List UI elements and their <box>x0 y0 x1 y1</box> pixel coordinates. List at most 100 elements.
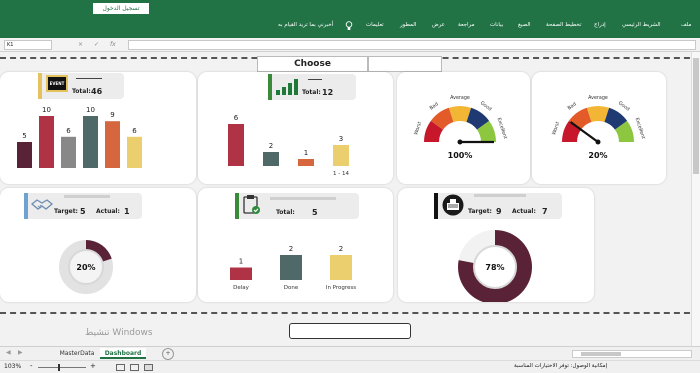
formula-input[interactable] <box>128 40 696 50</box>
target2-donut-chart: 78% <box>458 230 532 302</box>
bar-3 <box>83 116 98 168</box>
zoom-slider-thumb[interactable] <box>58 364 60 371</box>
sheet-tab-dashboard[interactable]: Dashboard <box>100 348 146 359</box>
bar-1 <box>39 116 54 168</box>
bar-4 <box>105 121 120 168</box>
data-label-2: 2 <box>339 245 343 253</box>
donut-value-label: 20% <box>76 263 95 272</box>
category-label-0: Delay <box>233 285 250 291</box>
scroll-left-icon[interactable]: ◀ <box>6 349 11 356</box>
gauge-card-100: Worst Bad Average Good Excellent 100% <box>397 72 530 184</box>
bar-5 <box>127 136 142 168</box>
levels-bar-chart: 6 2 1 3 1 - 14 <box>228 114 349 177</box>
gauge-category-3: Good <box>617 100 631 112</box>
zoom-level[interactable]: 103% <box>4 363 21 370</box>
accessibility-status[interactable]: إمكانية الوصول: توفر الاختيارات المناسبة <box>514 363 607 369</box>
levels-card: Total: 12 62131 - 14 <box>198 72 393 184</box>
data-label-1: 2 <box>269 142 273 150</box>
gauge-needle-hub <box>595 139 601 145</box>
vertical-scrollbar[interactable] <box>691 52 700 346</box>
status-card: Total: 5 1 Delay 2 Done 2 In Progress <box>198 188 393 302</box>
choose-dropdown[interactable] <box>368 56 442 72</box>
gauge-category-0: Worst <box>413 121 423 136</box>
add-sheet-button[interactable]: + <box>162 348 174 360</box>
data-label-1: 2 <box>289 245 293 253</box>
cancel-icon[interactable]: × <box>78 41 83 48</box>
bar-3 <box>333 145 349 166</box>
tell-me-search[interactable]: أخبرني بما تريد القيام به <box>278 22 333 28</box>
gauge-category-0: Worst <box>551 121 561 136</box>
gauge-category-4: Excellent <box>634 117 647 140</box>
data-label-1: 10 <box>42 106 51 114</box>
data-label-3: 10 <box>86 106 95 114</box>
zoom-out-button[interactable]: - <box>30 362 33 370</box>
zoom-in-button[interactable]: + <box>90 362 96 370</box>
data-label-0: 5 <box>22 132 26 140</box>
target-card-2: Target: 9 Actual: 7 78% <box>398 188 594 302</box>
tab-insert[interactable]: إدراج <box>594 22 606 28</box>
ribbon-tabs: ملف الشريط الرئيسي إدراج تخطيط الصفحة ال… <box>0 16 700 38</box>
gauge-card-20: Worst Bad Average Good Excellent 20% <box>532 72 666 184</box>
activation-watermark: تنشيط Windows <box>85 328 153 338</box>
category-label-2: In Progress <box>326 285 356 291</box>
bar-0 <box>17 142 32 168</box>
data-label-3: 3 <box>339 135 343 143</box>
name-box[interactable]: K1 <box>4 40 52 50</box>
footer-button[interactable] <box>289 323 411 339</box>
formula-bar: K1 × ✓ fx <box>0 38 700 52</box>
gauge-value-label: 20% <box>588 151 607 160</box>
status-bar-chart: 1 Delay 2 Done 2 In Progress <box>230 245 356 291</box>
title-bar: تسجيل الدخول <box>0 0 700 16</box>
enter-icon[interactable]: ✓ <box>94 41 99 48</box>
bar-2 <box>330 255 352 280</box>
donut-value-label: 78% <box>485 263 504 272</box>
zoom-slider[interactable] <box>38 367 86 368</box>
target1-donut-chart: 20% <box>59 240 113 294</box>
vertical-scroll-thumb[interactable] <box>693 58 699 174</box>
events-bar-chart: 5 10 6 10 9 6 <box>17 106 142 168</box>
horizontal-scroll-thumb[interactable] <box>581 352 621 356</box>
tab-formulas[interactable]: الصيغ <box>518 22 531 28</box>
page-layout-view-icon[interactable] <box>130 364 139 371</box>
data-label-0: 1 <box>239 258 243 266</box>
tab-developer[interactable]: المطور <box>400 22 416 28</box>
category-label-1: Done <box>284 285 299 291</box>
bar-1 <box>263 152 279 166</box>
data-label-5: 6 <box>132 127 137 135</box>
sheet-tab-masterdata[interactable]: MasterData <box>56 348 98 359</box>
dashboard-sheet: Choose EVENT Total: 46 5 10 6 10 9 6 Total: 1… <box>0 52 700 346</box>
sheet-tabs-bar: ◀ ▶ MasterData Dashboard + <box>0 346 700 360</box>
gauge-chart-20: Worst Bad Average GoodExcellent 20% <box>551 95 647 160</box>
gauge-chart-100: Worst Bad Average GoodExcellent 100% <box>413 95 509 160</box>
horizontal-scrollbar[interactable] <box>572 350 692 358</box>
category-label-3: 1 - 14 <box>333 171 349 177</box>
choose-label: Choose <box>257 56 368 72</box>
normal-view-icon[interactable] <box>144 364 153 371</box>
data-label-0: 6 <box>234 114 239 122</box>
bar-0 <box>230 267 252 280</box>
tab-page-layout[interactable]: تخطيط الصفحة <box>546 22 581 28</box>
tab-data[interactable]: بيانات <box>490 22 503 28</box>
bar-1 <box>280 255 302 280</box>
data-label-2: 1 <box>304 149 308 157</box>
gauge-category-2: Average <box>588 95 608 101</box>
gauge-category-1: Bad <box>567 101 578 111</box>
bar-2 <box>298 159 314 166</box>
gauge-value-label: 100% <box>448 151 473 160</box>
tab-view[interactable]: عرض <box>432 22 445 28</box>
tab-review[interactable]: مراجعة <box>458 22 475 28</box>
tab-file[interactable]: ملف <box>681 22 691 28</box>
scroll-right-icon[interactable]: ▶ <box>18 349 23 356</box>
lightbulb-icon <box>345 21 353 30</box>
function-icon[interactable]: fx <box>110 41 116 48</box>
gauge-category-1: Bad <box>429 101 440 111</box>
tab-help[interactable]: تعليمات <box>366 22 384 28</box>
page-break-view-icon[interactable] <box>116 364 125 371</box>
bar-0 <box>228 124 244 166</box>
tab-home[interactable]: الشريط الرئيسي <box>622 22 661 28</box>
gauge-category-4: Excellent <box>496 117 509 140</box>
sign-in-button[interactable]: تسجيل الدخول <box>93 3 149 14</box>
status-bar: 103% - + إمكانية الوصول: توفر الاختيارات… <box>0 360 700 373</box>
events-card: EVENT Total: 46 5 10 6 10 9 6 <box>0 72 196 184</box>
gauge-category-3: Good <box>479 100 493 112</box>
